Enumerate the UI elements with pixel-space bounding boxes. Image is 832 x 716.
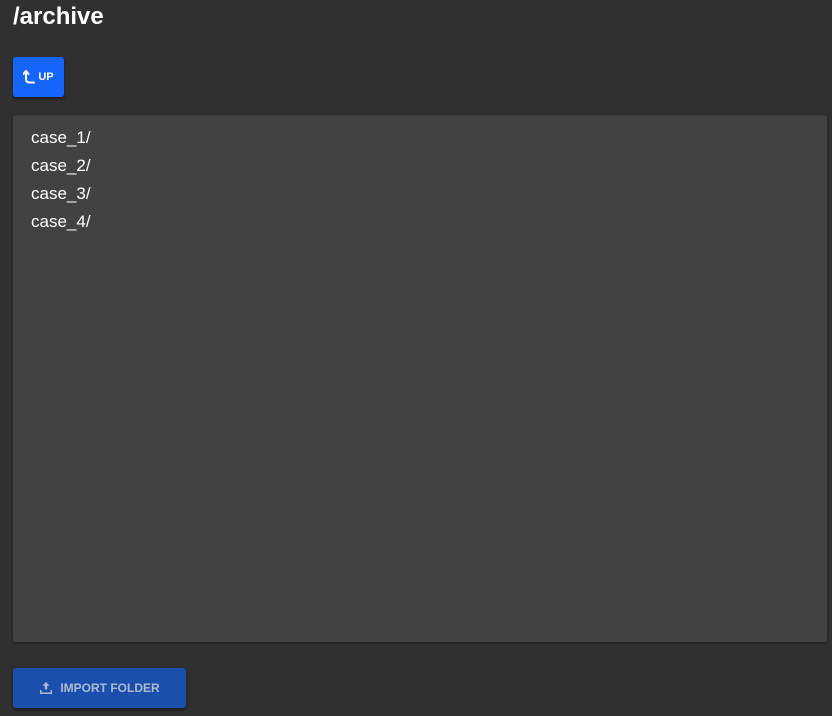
folder-item-case-4[interactable]: case_4/ <box>31 208 827 236</box>
folder-item-case-1[interactable]: case_1/ <box>31 124 827 152</box>
folder-item-case-3[interactable]: case_3/ <box>31 180 827 208</box>
import-folder-button[interactable]: IMPORT FOLDER <box>13 668 186 708</box>
folder-list: case_1/ case_2/ case_3/ case_4/ <box>13 115 827 236</box>
folder-list-panel: case_1/ case_2/ case_3/ case_4/ <box>13 115 827 642</box>
current-path-title: /archive <box>13 3 104 30</box>
import-folder-label: IMPORT FOLDER <box>60 681 160 695</box>
folder-item-case-2[interactable]: case_2/ <box>31 152 827 180</box>
level-up-arrow-icon <box>23 70 36 84</box>
upload-icon <box>39 681 53 695</box>
up-button-label: UP <box>38 71 54 83</box>
up-button[interactable]: UP <box>13 57 64 97</box>
